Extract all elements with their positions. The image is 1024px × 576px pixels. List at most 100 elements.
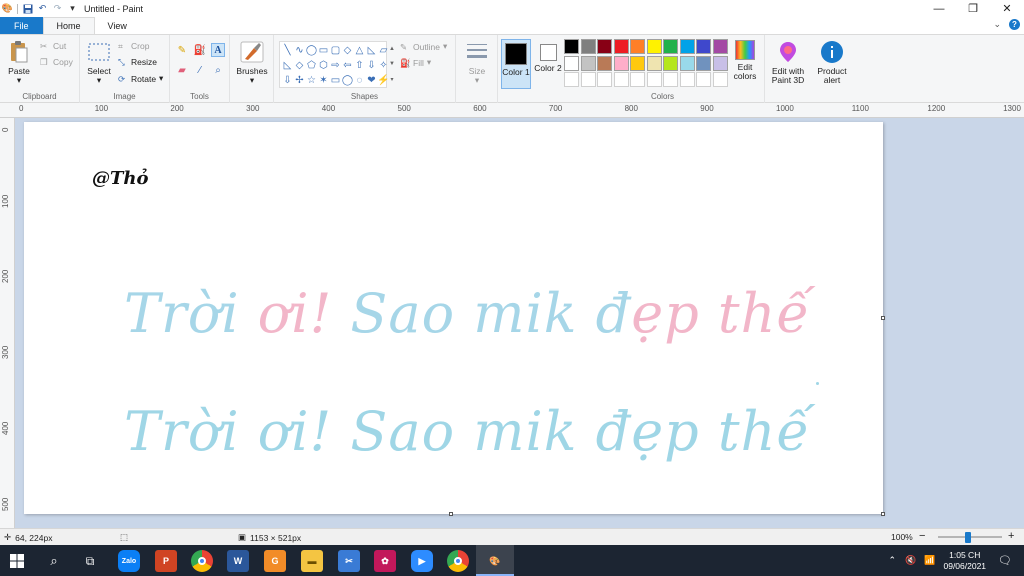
rotate-button[interactable]: ⟳ Rotate ▾ <box>118 73 163 84</box>
pencil-icon[interactable]: ✎ <box>175 43 189 57</box>
shape-option[interactable]: ∿ <box>294 44 305 57</box>
shape-option[interactable]: ▭ <box>318 44 329 57</box>
shape-option[interactable]: ❤ <box>366 74 377 87</box>
resize-handle-corner[interactable] <box>881 512 885 516</box>
collapse-ribbon-icon[interactable]: ⌄ <box>993 19 1001 30</box>
shape-option[interactable]: ⇨ <box>330 59 341 72</box>
minimize-button[interactable]: — <box>922 0 956 17</box>
scroll-up-icon[interactable]: ▲ <box>389 46 395 52</box>
maximize-button[interactable]: ❐ <box>956 0 990 17</box>
zoom-out-button[interactable]: − <box>919 530 925 542</box>
shape-option[interactable]: ✶ <box>318 74 329 87</box>
brushes-button[interactable]: Brushes ▾ <box>235 40 269 85</box>
paste-dropdown-icon[interactable]: ▾ <box>17 76 21 85</box>
magnifier-icon[interactable]: ⌕ <box>211 63 225 77</box>
shape-option[interactable]: ⬡ <box>318 59 329 72</box>
powerpoint-icon[interactable]: P <box>155 550 177 572</box>
product-alert-button[interactable]: Product alert <box>814 40 850 85</box>
file-explorer-icon[interactable]: ▬ <box>301 550 323 572</box>
paint-taskbar-icon[interactable]: 🎨 <box>484 550 506 572</box>
resize-handle-bottom[interactable] <box>449 512 453 516</box>
show-hidden-icons-icon[interactable]: ⌃ <box>889 555 897 566</box>
volume-muted-icon[interactable]: 🔇 <box>905 555 916 566</box>
cursor-position: ✛ 64, 224px <box>4 532 53 543</box>
shape-option[interactable]: ◯ <box>342 74 353 87</box>
expand-gallery-icon[interactable]: ▾ <box>390 76 393 83</box>
edit-with-paint3d-button[interactable]: Edit with Paint 3D <box>768 40 808 85</box>
shape-option[interactable]: ⬠ <box>306 59 317 72</box>
shape-option[interactable]: ◌ <box>354 74 365 87</box>
color-picker-icon[interactable]: ⁄ <box>193 63 207 77</box>
shape-option[interactable]: ╲ <box>282 44 293 57</box>
redo-icon[interactable]: ↷ <box>52 3 63 14</box>
close-button[interactable]: ✕ <box>990 0 1024 17</box>
zoom-meetings-icon[interactable]: ▶ <box>411 550 433 572</box>
image-size-icon: ▣ <box>238 532 247 542</box>
word-icon[interactable]: W <box>227 550 249 572</box>
cut-button[interactable]: ✂ Cut <box>40 41 66 51</box>
shape-option[interactable]: ◺ <box>282 59 293 72</box>
chrome-icon-2[interactable] <box>447 550 469 572</box>
flower-app-icon[interactable]: ✿ <box>374 550 396 572</box>
tab-view[interactable]: View <box>95 17 140 34</box>
save-icon[interactable] <box>22 3 33 14</box>
copy-button[interactable]: ❐ Copy <box>40 57 73 67</box>
sticky-app-icon[interactable]: G <box>264 550 286 572</box>
zoom-in-button[interactable]: + <box>1008 530 1014 542</box>
help-icon[interactable]: ? <box>1009 19 1020 30</box>
outline-button[interactable]: ✎ Outline ▾ <box>400 41 447 52</box>
shape-option[interactable]: ☆ <box>306 74 317 87</box>
color1-swatch <box>505 43 527 65</box>
size-button[interactable]: Size ▾ <box>462 40 492 85</box>
shape-option[interactable]: ⇩ <box>366 59 377 72</box>
zoom-level: 100% <box>891 532 913 542</box>
fill-button[interactable]: ⛽ Fill ▾ <box>400 57 431 68</box>
shape-option[interactable]: ▢ <box>330 44 341 57</box>
shape-option[interactable]: ◯ <box>306 44 317 57</box>
shape-option[interactable]: ◇ <box>294 59 305 72</box>
search-icon[interactable]: ⌕ <box>43 550 65 572</box>
resize-button[interactable]: ⤡ Resize <box>118 57 157 67</box>
shape-option[interactable]: ✢ <box>294 74 305 87</box>
undo-icon[interactable]: ↶ <box>37 3 48 14</box>
tab-home[interactable]: Home <box>42 17 95 34</box>
drawing-canvas[interactable]: @Thỏ Trời ơi! Sao mik đẹp thế Trời ơi! S… <box>24 122 883 514</box>
ruler-top-label: 0 <box>19 104 24 113</box>
zalo-icon[interactable]: Zalo <box>118 550 140 572</box>
shape-option[interactable]: ⇧ <box>354 59 365 72</box>
color1-selector[interactable]: Color 1 <box>501 39 531 89</box>
windows-start-icon[interactable] <box>6 550 28 572</box>
shape-option[interactable]: ◺ <box>366 44 377 57</box>
shape-option[interactable]: ◇ <box>342 44 353 57</box>
shape-option[interactable]: △ <box>354 44 365 57</box>
tab-file[interactable]: File <box>0 17 43 34</box>
size-group: Size ▾ <box>456 35 498 103</box>
ruler-top-label: 900 <box>700 104 714 113</box>
customize-qat-icon[interactable]: ▾ <box>67 3 78 14</box>
shape-option[interactable]: ▭ <box>330 74 341 87</box>
clock[interactable]: 1:05 CH 09/06/2021 <box>943 550 986 572</box>
task-view-icon[interactable]: ⧉ <box>79 550 101 572</box>
crop-button[interactable]: ⌗ Crop <box>118 41 149 51</box>
text-tool-icon[interactable]: A <box>211 43 225 57</box>
snip-tool-icon[interactable]: ✂ <box>338 550 360 572</box>
paint-app-icon[interactable]: 🎨 <box>2 3 13 14</box>
network-icon[interactable]: 📶 <box>924 555 935 566</box>
shape-option[interactable]: ⇦ <box>342 59 353 72</box>
ruler-top-label: 500 <box>397 104 411 113</box>
ruler-left-label: 0 <box>1 127 10 132</box>
select-dropdown-icon[interactable]: ▾ <box>97 76 101 85</box>
shapes-gallery-scroll[interactable]: ▲ ▼ ▾ <box>388 41 396 88</box>
clipboard-group-label: Clipboard <box>22 92 57 101</box>
shape-option[interactable]: ⇩ <box>282 74 293 87</box>
scroll-down-icon[interactable]: ▼ <box>389 61 395 67</box>
paste-button[interactable]: Paste ▾ <box>5 40 33 85</box>
chrome-icon[interactable] <box>191 550 213 572</box>
color2-selector[interactable]: Color 2 <box>533 39 563 89</box>
resize-handle-right[interactable] <box>881 316 885 320</box>
select-button[interactable]: Select ▾ <box>85 40 113 85</box>
eraser-icon[interactable]: ▰ <box>175 63 189 77</box>
notification-center-icon[interactable]: 🗨 <box>998 554 1012 567</box>
zoom-slider-thumb[interactable] <box>965 532 971 543</box>
fill-bucket-icon[interactable]: ⛽ <box>193 43 207 57</box>
